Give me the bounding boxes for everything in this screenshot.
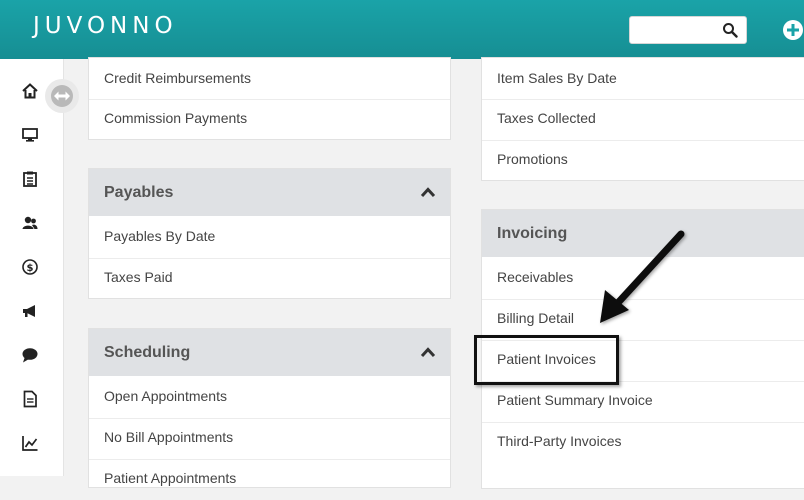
search-icon[interactable] — [722, 22, 738, 38]
sidebar-toggle-button[interactable] — [45, 79, 79, 113]
payables-panel-header[interactable]: Payables — [89, 169, 450, 216]
reports-panel-partial-right: Item Sales By Date Taxes Collected Promo… — [481, 57, 804, 181]
list-item[interactable]: Credit Reimbursements — [89, 58, 450, 100]
list-item[interactable]: Promotions — [482, 140, 804, 181]
svg-text:$: $ — [27, 263, 34, 274]
list-item-label: Payables By Date — [104, 228, 216, 244]
list-item[interactable]: Payables By Date — [89, 217, 450, 259]
panel-title: Invoicing — [497, 225, 568, 242]
scheduling-panel: Scheduling Open Appointments No Bill App… — [88, 328, 451, 488]
panel-title: Payables — [104, 184, 174, 201]
list-item[interactable]: Open Appointments — [89, 377, 450, 419]
list-item[interactable]: Taxes Paid — [89, 258, 450, 299]
search-input[interactable] — [629, 16, 747, 44]
list-item[interactable]: Patient Summary Invoice — [482, 381, 804, 423]
list-item-label: Patient Appointments — [104, 470, 237, 486]
expand-icon — [51, 85, 73, 107]
payables-panel: Payables Payables By Date Taxes Paid — [88, 168, 451, 299]
list-item-label: Credit Reimbursements — [104, 70, 252, 86]
megaphone-icon[interactable] — [21, 302, 39, 320]
list-item-label: Receivables — [497, 269, 574, 285]
chevron-up-icon[interactable] — [420, 186, 436, 198]
highlight-box — [474, 335, 619, 385]
list-item[interactable]: No Bill Appointments — [89, 418, 450, 460]
arrow-icon — [600, 230, 685, 323]
add-icon[interactable] — [782, 19, 804, 41]
document-icon[interactable] — [21, 390, 39, 408]
list-item-label: No Bill Appointments — [104, 429, 234, 445]
monitor-icon[interactable] — [21, 126, 39, 144]
panel-title: Scheduling — [104, 344, 191, 361]
list-item-label: Billing Detail — [497, 310, 575, 326]
list-item-label: Item Sales By Date — [497, 70, 617, 86]
list-item[interactable]: Third-Party Invoices — [482, 422, 804, 463]
list-item[interactable]: Taxes Collected — [482, 99, 804, 141]
users-icon[interactable] — [21, 214, 39, 232]
list-item-label: Open Appointments — [104, 388, 227, 404]
chart-icon[interactable] — [21, 434, 39, 452]
list-item-label: Taxes Collected — [497, 110, 596, 126]
list-item-label: Commission Payments — [104, 110, 248, 126]
list-item-label: Third-Party Invoices — [497, 433, 622, 449]
sidebar-nav: $ — [0, 59, 64, 476]
reports-panel-partial-left: Credit Reimbursements Commission Payment… — [88, 57, 451, 140]
chevron-up-icon[interactable] — [420, 346, 436, 358]
scheduling-panel-header[interactable]: Scheduling — [89, 329, 450, 376]
list-item-label: Promotions — [497, 151, 568, 167]
clipboard-icon[interactable] — [21, 170, 39, 188]
list-item[interactable]: Commission Payments — [89, 99, 450, 140]
app-logo[interactable]: JUVONNO — [33, 13, 178, 39]
home-icon[interactable] — [21, 82, 39, 100]
list-item-label: Patient Summary Invoice — [497, 392, 653, 408]
chat-icon[interactable] — [21, 346, 39, 364]
app-header: JUVONNO — [0, 0, 804, 59]
list-item[interactable]: Item Sales By Date — [482, 58, 804, 100]
list-item-label: Taxes Paid — [104, 269, 173, 285]
dollar-icon[interactable]: $ — [21, 258, 39, 276]
list-item[interactable]: Patient Appointments — [89, 459, 450, 500]
